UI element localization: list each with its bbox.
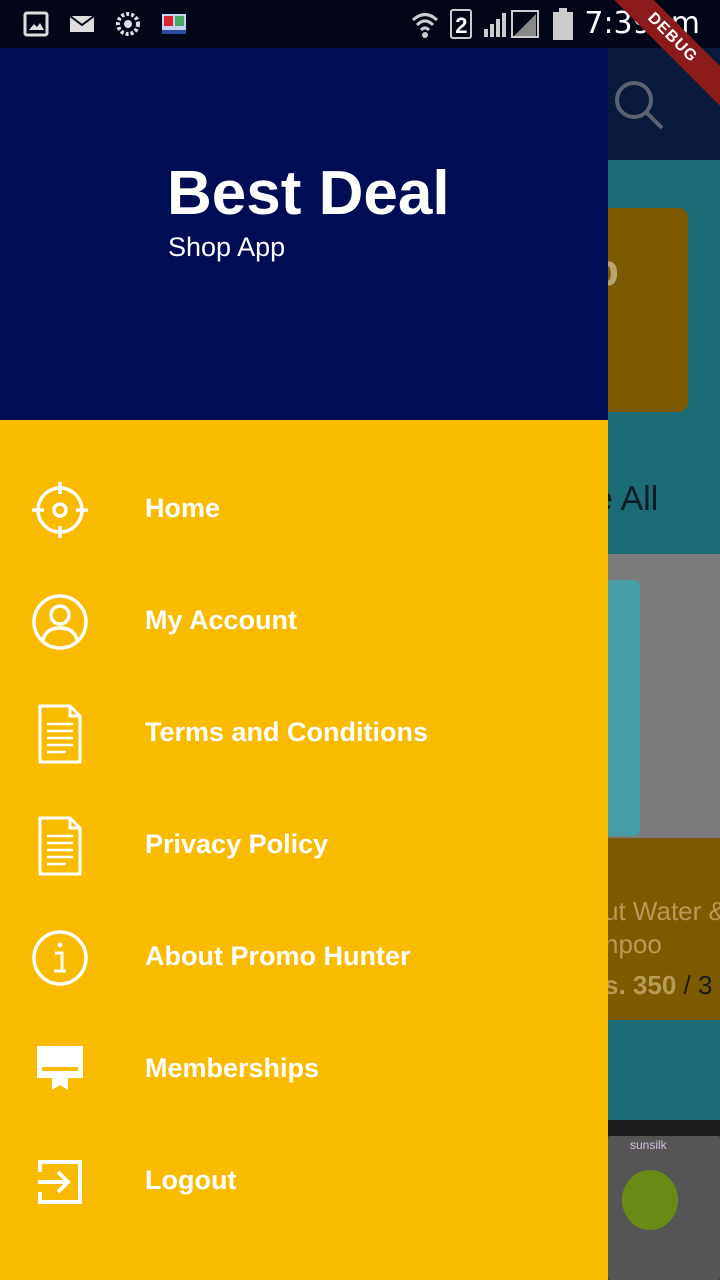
- document-icon: [38, 704, 82, 764]
- info-icon: [32, 930, 88, 986]
- menu-label-home: Home: [145, 493, 221, 523]
- menu-label-terms: Terms and Conditions: [145, 717, 429, 747]
- sim-slot-badge: 2: [450, 8, 473, 39]
- app-title: Best Deal: [167, 159, 450, 228]
- logout-icon: [38, 1160, 82, 1204]
- shampoo-bottle: [604, 580, 640, 836]
- image-icon: [23, 11, 49, 37]
- menu-label-my-account: My Account: [145, 605, 298, 635]
- menu-item-privacy[interactable]: Privacy Policy: [0, 788, 608, 900]
- book-icon: [162, 14, 186, 34]
- menu-label-memberships: Memberships: [145, 1053, 320, 1083]
- thumb-brand: sunsilk: [630, 1138, 667, 1152]
- wifi-icon: [412, 12, 439, 38]
- product-name: ut Water & npoo: [604, 896, 720, 959]
- menu-item-about[interactable]: About Promo Hunter: [0, 900, 608, 1012]
- status-bar: 2 7:39pm: [0, 0, 720, 48]
- battery-icon: [553, 7, 574, 40]
- menu-item-terms[interactable]: Terms and Conditions: [0, 676, 608, 788]
- signal-icon: [484, 9, 540, 38]
- menu-item-memberships[interactable]: Memberships: [0, 1012, 608, 1124]
- lime-image: [622, 1170, 678, 1230]
- menu-label-about: About Promo Hunter: [145, 941, 411, 971]
- membership-card-icon: [37, 1046, 83, 1090]
- menu-label-logout: Logout: [145, 1165, 237, 1195]
- account-icon: [32, 594, 88, 650]
- mail-icon: [69, 15, 95, 32]
- search-icon[interactable]: [612, 78, 664, 130]
- settings-gear-icon: [116, 12, 140, 36]
- navigation-drawer: Best Deal Shop App Home My Account Terms…: [0, 0, 608, 1280]
- menu-item-logout[interactable]: Logout: [0, 1124, 608, 1236]
- crosshair-icon: [32, 482, 88, 538]
- menu-item-home[interactable]: Home: [0, 452, 608, 564]
- menu-item-my-account[interactable]: My Account: [0, 564, 608, 676]
- product-price: s. 350 / 3: [604, 970, 713, 1000]
- product-thumbnail[interactable]: sunsilk: [608, 1136, 720, 1280]
- document-icon: [38, 816, 82, 876]
- drawer-menu: Home My Account Terms and Conditions Pri…: [0, 452, 608, 1236]
- drawer-header: [0, 48, 608, 420]
- menu-label-privacy: Privacy Policy: [145, 829, 329, 859]
- app-subtitle: Shop App: [168, 232, 286, 262]
